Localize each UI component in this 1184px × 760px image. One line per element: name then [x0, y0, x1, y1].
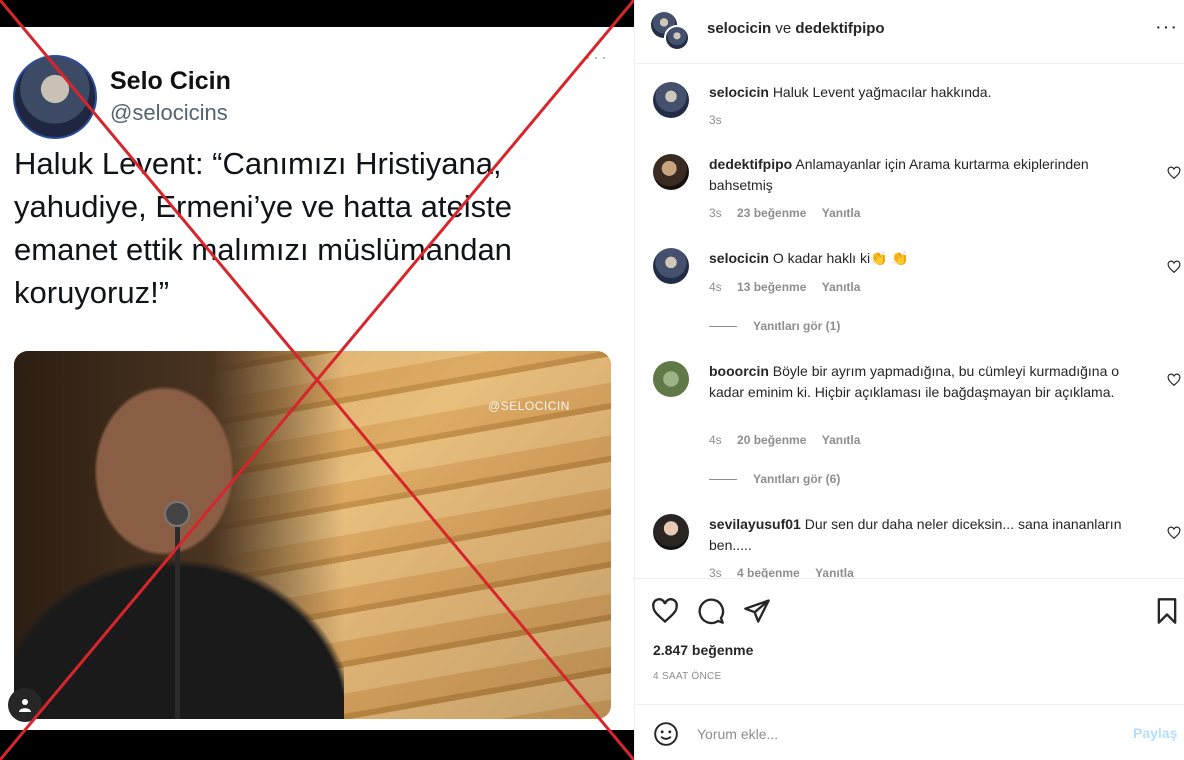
- share-icon[interactable]: [743, 597, 771, 625]
- comment-username[interactable]: selocicin: [709, 250, 769, 266]
- comment-username[interactable]: booorcin: [709, 363, 769, 379]
- comment-meta: 3s 4 beğenme Yanıtla: [709, 566, 866, 578]
- like-count[interactable]: 2.847 beğenme: [653, 642, 753, 658]
- reply-button[interactable]: Yanıtla: [822, 280, 861, 294]
- post-actions: 2.847 beğenme 4 SAAT ÖNCE: [635, 578, 1184, 704]
- author-link-selocicin[interactable]: selocicin: [707, 20, 771, 37]
- comment-meta: 3s 23 beğenme Yanıtla: [709, 206, 872, 220]
- post-authors: selocicin ve dedektifpipo: [707, 20, 885, 37]
- comment-time[interactable]: 3s: [709, 566, 722, 578]
- comment-like-count[interactable]: 4 beğenme: [737, 566, 800, 578]
- reply-button[interactable]: Yanıtla: [822, 433, 861, 447]
- comment-meta: 3s: [709, 113, 734, 127]
- comment-like-count[interactable]: 13 beğenme: [737, 280, 806, 294]
- comment-time[interactable]: 3s: [709, 206, 722, 220]
- comment-username[interactable]: selocicin: [709, 84, 769, 100]
- comment-time[interactable]: 3s: [709, 113, 722, 127]
- view-replies-button[interactable]: Yanıtları gör (6): [709, 472, 840, 486]
- like-heart-icon[interactable]: [651, 597, 679, 625]
- avatar[interactable]: [653, 154, 689, 190]
- comment-body: sevilayusuf01 Dur sen dur daha neler dic…: [709, 514, 1149, 556]
- comment-meta: 4s 13 beğenme Yanıtla: [709, 280, 872, 294]
- avatar[interactable]: [653, 248, 689, 284]
- view-replies-button[interactable]: Yanıtları gör (1): [709, 319, 840, 333]
- false-claim-cross-mark: [0, 0, 634, 760]
- post-timestamp[interactable]: 4 SAAT ÖNCE: [653, 671, 722, 682]
- reply-button[interactable]: Yanıtla: [822, 206, 861, 220]
- divider: [709, 479, 737, 481]
- comments-list[interactable]: selocicin Haluk Levent yağmacılar hakkın…: [635, 64, 1184, 578]
- reply-button[interactable]: Yanıtla: [815, 566, 854, 578]
- view-replies-label[interactable]: Yanıtları gör (1): [753, 319, 840, 333]
- view-replies-label[interactable]: Yanıtları gör (6): [753, 472, 840, 486]
- avatar[interactable]: [653, 361, 689, 397]
- author-link-dedektifpipo[interactable]: dedektifpipo: [795, 20, 884, 37]
- comment-time[interactable]: 4s: [709, 280, 722, 294]
- post-details-panel: selocicin ve dedektifpipo ··· selocicin …: [634, 0, 1184, 760]
- collab-avatars[interactable]: [651, 12, 691, 52]
- comment-input[interactable]: [697, 723, 1117, 745]
- avatar[interactable]: [653, 82, 689, 118]
- avatar[interactable]: [653, 514, 689, 550]
- comment-like-count[interactable]: 23 beğenme: [737, 206, 806, 220]
- more-icon[interactable]: ···: [1155, 16, 1178, 39]
- emoji-icon[interactable]: [653, 721, 679, 747]
- comment-username[interactable]: sevilayusuf01: [709, 516, 801, 532]
- comment-like-count[interactable]: 20 beğenme: [737, 433, 806, 447]
- add-comment-bar: Paylaş: [635, 704, 1184, 760]
- bookmark-icon[interactable]: [1153, 597, 1181, 625]
- comment-text: Haluk Levent yağmacılar hakkında.: [772, 84, 992, 100]
- avatar[interactable]: [664, 25, 690, 51]
- post-comment-button[interactable]: Paylaş: [1133, 725, 1177, 741]
- comment-body: booorcin Böyle bir ayrım yapmadığına, bu…: [709, 361, 1149, 403]
- heart-icon[interactable]: [1167, 260, 1181, 274]
- heart-icon[interactable]: [1167, 526, 1181, 540]
- divider: [709, 326, 737, 328]
- comment-time[interactable]: 4s: [709, 433, 722, 447]
- comment-body: selocicin Haluk Levent yağmacılar hakkın…: [709, 82, 1149, 103]
- heart-icon[interactable]: [1167, 166, 1181, 180]
- comment-icon[interactable]: [697, 597, 725, 625]
- comment-body: selocicin O kadar haklı ki👏 👏: [709, 248, 1149, 269]
- comment-username[interactable]: dedektifpipo: [709, 156, 792, 172]
- heart-icon[interactable]: [1167, 373, 1181, 387]
- post-media[interactable]: Selo Cicin @selocicins ··· Haluk Levent:…: [0, 0, 634, 760]
- comment-text: O kadar haklı ki👏 👏: [772, 250, 909, 266]
- authors-connector: ve: [775, 20, 792, 37]
- comment-body: dedektifpipo Anlamayanlar için Arama kur…: [709, 154, 1149, 196]
- comment-meta: 4s 20 beğenme Yanıtla: [709, 433, 872, 447]
- post-header: selocicin ve dedektifpipo ···: [635, 0, 1184, 64]
- comment-text: Böyle bir ayrım yapmadığına, bu cümleyi …: [709, 363, 1120, 400]
